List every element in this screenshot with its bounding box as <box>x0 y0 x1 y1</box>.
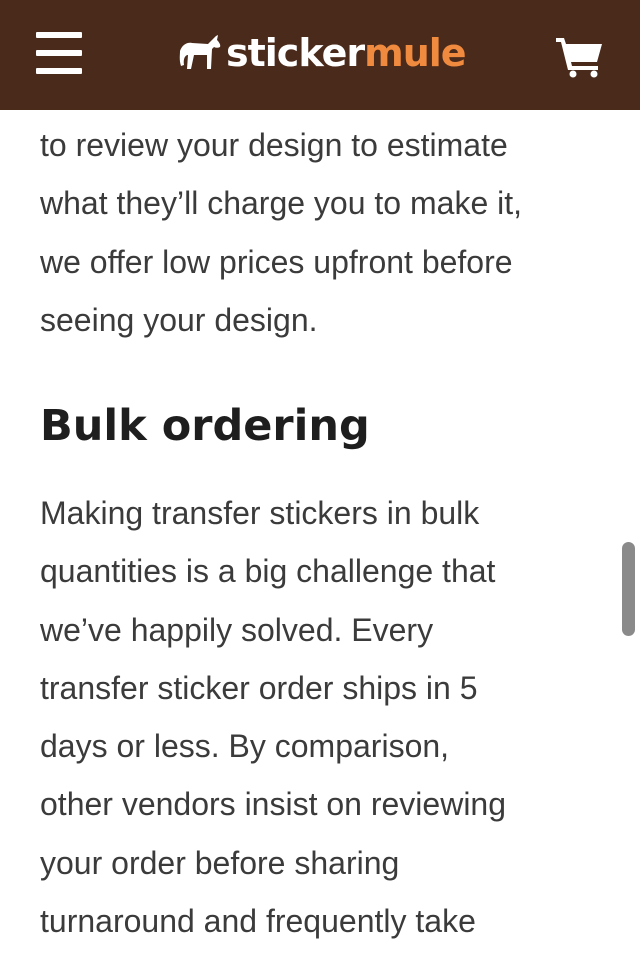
menu-bar <box>36 50 82 56</box>
text-line: turnaround and frequently take <box>40 903 476 940</box>
text-line: quantities is a big challenge that <box>40 553 496 590</box>
menu-bar <box>36 68 82 74</box>
hamburger-menu-icon[interactable] <box>36 32 82 74</box>
section-heading: Bulk ordering <box>40 401 370 451</box>
sticker-mule-logo[interactable]: stickermule <box>178 28 467 78</box>
menu-bar <box>36 32 82 38</box>
body-paragraph: Making transfer stickers in bulk quantit… <box>40 484 506 950</box>
shopping-cart-icon[interactable] <box>556 36 604 78</box>
text-line: what they’ll charge you to make it, <box>40 185 523 222</box>
text-line: we offer low prices upfront before <box>40 243 513 280</box>
article-content: to review your design to estimate what t… <box>40 116 610 939</box>
text-line: seeing your design. <box>40 301 318 338</box>
text-line: days or less. By comparison, <box>40 728 450 765</box>
text-line: your order before sharing <box>40 844 400 881</box>
text-line: to review your design to estimate <box>40 127 508 163</box>
top-header: stickermule <box>0 0 640 110</box>
mule-icon <box>179 35 221 69</box>
intro-paragraph: to review your design to estimate what t… <box>40 116 610 349</box>
cart-icon-graphic <box>556 38 602 78</box>
logo-text-sticker: sticker <box>226 31 365 75</box>
text-line: Making transfer stickers in bulk <box>40 495 480 531</box>
text-line: transfer sticker order ships in 5 <box>40 669 478 706</box>
text-line: other vendors insist on reviewing <box>40 786 507 823</box>
scrollbar-thumb[interactable] <box>622 542 635 636</box>
logo-text: stickermule <box>226 28 467 78</box>
text-line: we’ve happily solved. Every <box>40 611 434 648</box>
logo-text-mule: mule <box>364 31 466 75</box>
